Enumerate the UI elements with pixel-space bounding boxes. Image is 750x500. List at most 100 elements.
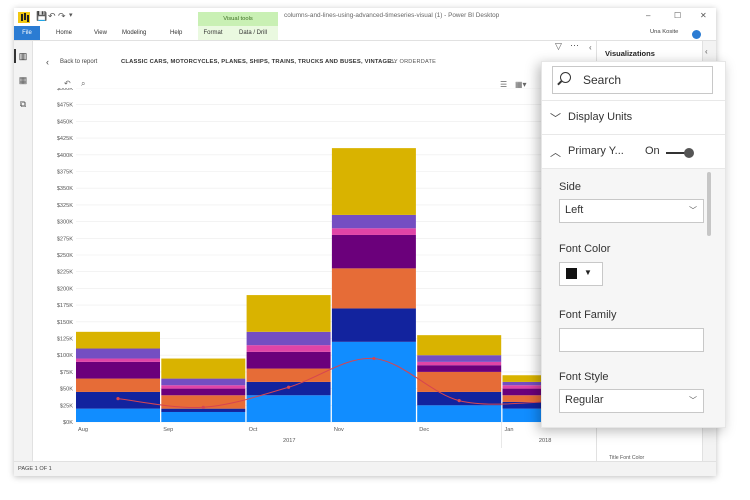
y-tick-label: $300K bbox=[57, 220, 73, 226]
bar-segment[interactable] bbox=[161, 378, 246, 386]
tab-view[interactable]: View bbox=[94, 26, 107, 40]
bar-segment[interactable] bbox=[246, 395, 331, 422]
help-icon[interactable] bbox=[692, 30, 701, 39]
primary-y-axis-label: Primary Y... bbox=[568, 145, 624, 157]
bar-segment[interactable] bbox=[161, 408, 246, 412]
redo-icon[interactable]: ↷ bbox=[58, 11, 66, 22]
report-view-icon[interactable]: ▥ bbox=[18, 51, 28, 61]
save-icon[interactable]: 💾 bbox=[36, 11, 47, 22]
fields-collapse-icon[interactable]: ‹ bbox=[705, 47, 708, 56]
bar-segment[interactable] bbox=[76, 378, 160, 392]
y-tick-label: $175K bbox=[57, 303, 73, 309]
bar-segment[interactable] bbox=[331, 214, 416, 229]
bar-segment[interactable] bbox=[246, 345, 331, 352]
bar-segment[interactable] bbox=[331, 228, 416, 235]
caret-down-icon: ▼ bbox=[584, 268, 592, 277]
bar-segment[interactable] bbox=[161, 385, 246, 389]
focus-mode-header: ‹ Back to report CLASSIC CARS, MOTORCYCL… bbox=[32, 54, 582, 72]
filters-collapse-icon[interactable]: ‹ bbox=[589, 43, 597, 52]
bar-segment[interactable] bbox=[331, 308, 416, 342]
tab-file[interactable]: File bbox=[14, 26, 40, 40]
customize-qat-icon[interactable]: ▾ bbox=[69, 11, 73, 19]
display-units-section[interactable]: ﹀ Display Units bbox=[542, 100, 725, 134]
x-tick-label: Dec bbox=[419, 427, 429, 433]
display-units-label: Display Units bbox=[568, 111, 633, 123]
bar-segment[interactable] bbox=[76, 361, 160, 379]
bar-segment[interactable] bbox=[331, 148, 416, 215]
y-tick-label: $50K bbox=[60, 387, 73, 393]
visual-title: CLASSIC CARS, MOTORCYCLES, PLANES, SHIPS… bbox=[121, 59, 397, 65]
bar-segment[interactable] bbox=[161, 411, 246, 422]
bar-segment[interactable] bbox=[76, 331, 160, 349]
tab-data-drill[interactable]: Data / Drill bbox=[228, 26, 278, 40]
bar-segment[interactable] bbox=[331, 268, 416, 309]
search-box[interactable]: Search bbox=[552, 66, 713, 94]
bar-segment[interactable] bbox=[417, 391, 502, 406]
side-label: Side bbox=[559, 181, 582, 193]
stacked-column-line-chart[interactable]: $0K $25K $50K $75K $100K $125K $150K $175K $200K… bbox=[36, 88, 556, 448]
ribbon-tabs: File Home View Modeling Help Format Data… bbox=[14, 26, 716, 41]
tab-home[interactable]: Home bbox=[56, 26, 72, 40]
drill-up-icon[interactable]: ↶ bbox=[64, 79, 71, 88]
back-arrow-icon[interactable]: ‹ bbox=[46, 57, 49, 67]
tab-help[interactable]: Help bbox=[170, 26, 182, 40]
minimize-icon[interactable]: – bbox=[646, 11, 650, 20]
y-tick-label: $375K bbox=[57, 170, 73, 176]
undo-icon[interactable]: ↶ bbox=[48, 11, 56, 22]
bar-segment[interactable] bbox=[417, 365, 502, 372]
filter-icon[interactable]: ▽ bbox=[555, 41, 562, 52]
x-tick-label: Jan bbox=[505, 427, 514, 433]
search-placeholder: Search bbox=[583, 73, 622, 87]
font-style-dropdown[interactable]: Regular ﹀ bbox=[559, 389, 704, 413]
bar-segment[interactable] bbox=[417, 361, 502, 366]
format-options-body: Side Left ﹀ Font Color ▼ Font Family Fon… bbox=[542, 168, 725, 427]
back-to-report-link[interactable]: Back to report bbox=[60, 59, 97, 65]
year-label: 2018 bbox=[539, 438, 551, 444]
bar-segment[interactable] bbox=[76, 391, 160, 409]
line-point bbox=[372, 356, 376, 361]
close-icon[interactable]: ✕ bbox=[700, 11, 707, 20]
y-tick-label: $275K bbox=[57, 236, 73, 242]
bar-segment[interactable] bbox=[417, 335, 502, 356]
y-tick-label: $450K bbox=[57, 119, 73, 125]
x-tick-label: Aug bbox=[78, 427, 88, 433]
visual-tools-context-label: Visual tools bbox=[198, 12, 278, 26]
y-tick-label: $500K bbox=[57, 88, 73, 92]
bar-segment[interactable] bbox=[417, 405, 502, 422]
primary-y-axis-section[interactable]: ︿ Primary Y... On bbox=[542, 134, 725, 168]
user-name: Una Kosite bbox=[650, 29, 679, 35]
tab-format[interactable]: Format bbox=[198, 26, 228, 40]
status-bar: PAGE 1 OF 1 bbox=[14, 461, 716, 476]
font-family-input[interactable] bbox=[559, 328, 704, 352]
bar-segment[interactable] bbox=[417, 355, 502, 362]
format-pane-zoomed: Search ﹀ Display Units ︿ Primary Y... On… bbox=[541, 61, 726, 428]
font-color-picker[interactable]: ▼ bbox=[559, 262, 603, 286]
bar-segment[interactable] bbox=[331, 341, 416, 422]
bar-segment[interactable] bbox=[246, 351, 331, 369]
bar-segment[interactable] bbox=[76, 348, 160, 359]
font-style-value: Regular bbox=[565, 394, 604, 406]
toggle-state-label: On bbox=[645, 145, 660, 157]
bar-segment[interactable] bbox=[246, 331, 331, 346]
data-view-icon[interactable]: ▦ bbox=[18, 75, 28, 85]
bar-segment[interactable] bbox=[417, 371, 502, 392]
scrollbar[interactable] bbox=[707, 172, 711, 236]
y-tick-label: $0K bbox=[63, 420, 73, 426]
toggle-knob bbox=[684, 148, 694, 158]
bar-segment[interactable] bbox=[246, 295, 331, 332]
primary-y-axis-toggle[interactable] bbox=[666, 148, 694, 158]
more-options-icon[interactable]: ⋯ bbox=[570, 40, 579, 51]
bar-segment[interactable] bbox=[76, 358, 160, 362]
line-point bbox=[287, 385, 291, 389]
tab-modeling[interactable]: Modeling bbox=[122, 26, 146, 40]
model-view-icon[interactable]: ⧉ bbox=[18, 99, 28, 109]
font-color-label: Font Color bbox=[559, 243, 611, 255]
bar-segment[interactable] bbox=[161, 388, 246, 396]
bar-segment[interactable] bbox=[76, 408, 160, 422]
maximize-icon[interactable]: ☐ bbox=[674, 11, 681, 20]
bar-segment[interactable] bbox=[161, 358, 246, 379]
side-dropdown[interactable]: Left ﹀ bbox=[559, 199, 704, 223]
bar-segment[interactable] bbox=[331, 234, 416, 269]
search-icon bbox=[560, 72, 571, 83]
visualizations-title: Visualizations bbox=[605, 49, 655, 58]
